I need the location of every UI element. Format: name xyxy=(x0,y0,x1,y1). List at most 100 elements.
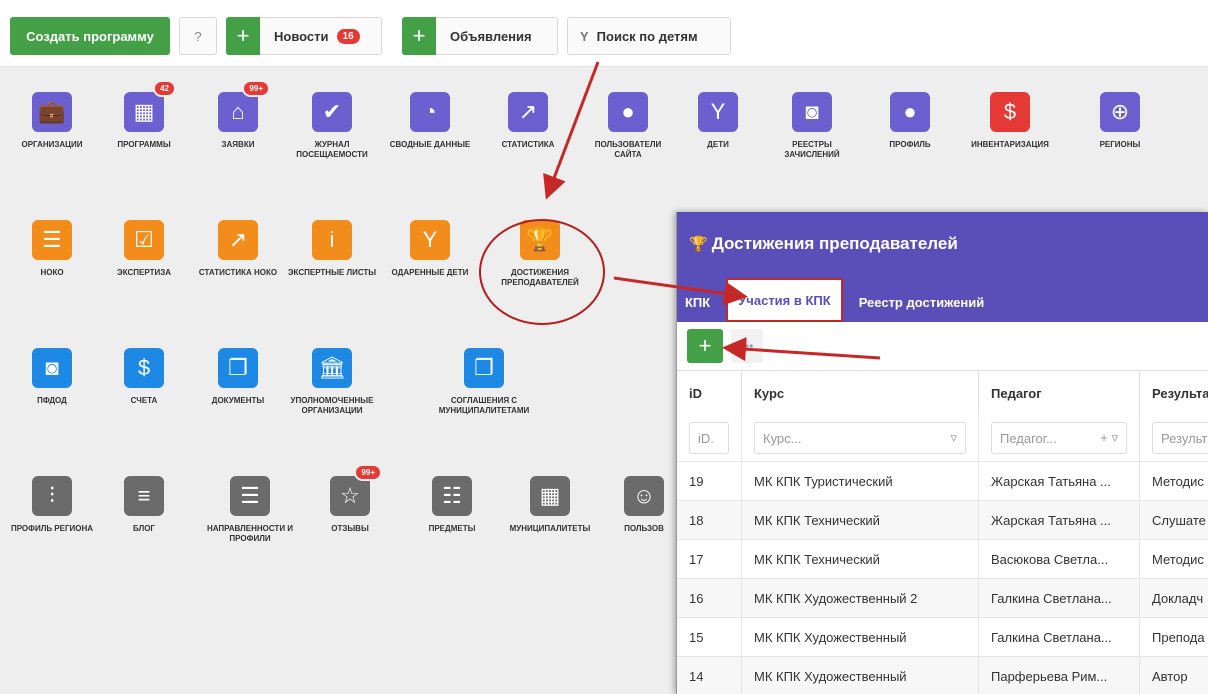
module-tile[interactable]: ⫶ ПРОФИЛЬ РЕГИОНА xyxy=(6,476,98,534)
module-tile[interactable]: ☆ 99+ ОТЗЫВЫ xyxy=(304,464,396,534)
table-row[interactable]: 14 МК КПК Художественный Парферьева Рим...… xyxy=(677,656,1208,694)
module-tile[interactable]: ⌂ 99+ ЗАЯВКИ xyxy=(192,80,284,150)
participation-table: iD Курс Педагог Результа iD. Курс... ▿ Пе… xyxy=(677,371,1208,694)
course-filter-input[interactable]: Курс... ▿ xyxy=(754,422,966,454)
module-tile[interactable]: ⊕ РЕГИОНЫ xyxy=(1074,92,1166,150)
cell-id: 16 xyxy=(677,578,742,618)
module-label: ИНВЕНТАРИЗАЦИЯ xyxy=(971,140,1049,149)
module-tile[interactable]: ☑ ЭКСПЕРТИЗА xyxy=(98,220,190,278)
table-row[interactable]: 17 МК КПК Технический Васюкова Светла... Ме… xyxy=(677,539,1208,579)
filter-row: iD. Курс... ▿ Педагог... + ▿ Результ xyxy=(677,415,1208,462)
create-program-button[interactable]: Создать программу xyxy=(10,17,170,55)
column-header-teacher[interactable]: Педагог xyxy=(978,371,1140,415)
module-tile[interactable]: 🏆 ДОСТИЖЕНИЯ ПРЕПОДАВАТЕЛЕЙ xyxy=(485,220,595,288)
ads-label: Объявления xyxy=(450,28,532,44)
module-tile[interactable]: 🏛 УПОЛНОМОЧЕННЫЕ ОРГАНИЗАЦИИ xyxy=(286,348,378,416)
cell-id: 17 xyxy=(677,539,742,579)
table-row[interactable]: 15 МК КПК Художественный Галкина Светлана.… xyxy=(677,617,1208,657)
ads-button[interactable]: + Объявления xyxy=(402,17,558,55)
more-button[interactable]: ••• xyxy=(731,329,763,363)
module-tile[interactable]: ▦ МУНИЦИПАЛИТЕТЫ xyxy=(504,476,596,534)
tab-kpk-participation[interactable]: Участия в КПК xyxy=(726,278,843,322)
help-button[interactable]: ? xyxy=(179,17,217,55)
result-filter-input[interactable]: Результ xyxy=(1152,422,1208,454)
module-tile[interactable]: 💼 ОРГАНИЗАЦИИ xyxy=(6,92,98,150)
column-header-result[interactable]: Результа xyxy=(1139,371,1208,415)
module-tile[interactable]: ❐ ДОКУМЕНТЫ xyxy=(192,348,284,406)
module-tile[interactable]: ☰ НАПРАВЛЕННОСТИ И ПРОФИЛИ xyxy=(204,476,296,544)
module-tile[interactable]: ↗ СТАТИСТИКА НОКО xyxy=(192,220,284,278)
top-toolbar: Создать программу ? + Новости 16 + Объяв… xyxy=(0,0,1208,67)
module-label: ОРГАНИЗАЦИИ xyxy=(21,140,83,149)
cell-id: 19 xyxy=(677,461,742,501)
module-label: ДОСТИЖЕНИЯ ПРЕПОДАВАТЕЛЕЙ xyxy=(501,268,579,287)
module-tile[interactable]: ☷ ПРЕДМЕТЫ xyxy=(406,476,498,534)
cell-result: Препода xyxy=(1139,617,1208,657)
globe-icon: ⊕ xyxy=(1100,92,1140,132)
module-label: УПОЛНОМОЧЕННЫЕ ОРГАНИЗАЦИИ xyxy=(290,396,374,415)
add-button[interactable]: + xyxy=(687,329,723,363)
module-label: СВОДНЫЕ ДАННЫЕ xyxy=(389,140,471,149)
count-badge: 42 xyxy=(153,80,176,97)
table-row[interactable]: 19 МК КПК Туристический Жарская Татьяна ..… xyxy=(677,461,1208,501)
file-icon: ≡ xyxy=(124,476,164,516)
news-button[interactable]: + Новости 16 xyxy=(226,17,382,55)
module-label: БЛОГ xyxy=(133,524,155,533)
module-label: ДЕТИ xyxy=(707,140,729,149)
module-label: РЕЕСТРЫ ЗАЧИСЛЕНИЙ xyxy=(784,140,840,159)
column-header-course[interactable]: Курс xyxy=(741,371,979,415)
module-label: НОКО xyxy=(40,268,64,277)
child-search-button[interactable]: Y Поиск по детям xyxy=(567,17,731,55)
module-label: ЖУРНАЛ ПОСЕЩАЕМОСТИ xyxy=(296,140,368,159)
module-tile[interactable]: ◙ РЕЕСТРЫ ЗАЧИСЛЕНИЙ xyxy=(766,92,858,160)
cell-teacher: Жарская Татьяна ... xyxy=(978,461,1140,501)
cell-id: 14 xyxy=(677,656,742,694)
module-label: ДОКУМЕНТЫ xyxy=(211,396,265,405)
help-icon: ? xyxy=(194,28,202,44)
module-tile[interactable]: ✔ ЖУРНАЛ ПОСЕЩАЕМОСТИ xyxy=(286,92,378,160)
module-tile[interactable]: Y ОДАРЕННЫЕ ДЕТИ xyxy=(384,220,476,278)
teacher-filter-input[interactable]: Педагог... + ▿ xyxy=(991,422,1127,454)
module-label: ПФДОД xyxy=(37,396,67,405)
copy-icon: ❐ xyxy=(218,348,258,388)
module-tile[interactable]: ◔ СВОДНЫЕ ДАННЫЕ xyxy=(384,92,476,150)
child-icon: Y xyxy=(698,92,738,132)
calendar-icon: ▦ 42 xyxy=(124,80,176,132)
module-tile[interactable]: $ ИНВЕНТАРИЗАЦИЯ xyxy=(964,92,1056,150)
module-tile[interactable]: ❐ СОГЛАШЕНИЯ С МУНИЦИПАЛИТЕТАМИ xyxy=(419,348,549,416)
module-label: ПОЛЬЗОВАТЕЛИ САЙТА xyxy=(594,140,662,159)
panel-title: Достижения преподавателей xyxy=(711,234,958,253)
module-tile[interactable]: ◙ ПФДОД xyxy=(6,348,98,406)
column-header-id[interactable]: iD xyxy=(677,371,742,415)
tab-kpk[interactable]: КПК xyxy=(677,282,720,322)
module-tile[interactable]: ≡ БЛОГ xyxy=(98,476,190,534)
sliders-icon: ⫶ xyxy=(32,476,72,516)
user-icon: ● xyxy=(608,92,648,132)
module-tile[interactable]: Y ДЕТИ xyxy=(672,92,764,150)
module-tile[interactable]: ● ПРОФИЛЬ xyxy=(864,92,956,150)
module-tile[interactable]: ☰ НОКО xyxy=(6,220,98,278)
module-label: ОТЗЫВЫ xyxy=(331,524,369,533)
chevron-down-icon[interactable]: ▿ xyxy=(950,430,957,446)
module-tile[interactable]: i ЭКСПЕРТНЫЕ ЛИСТЫ xyxy=(286,220,378,278)
table-row[interactable]: 16 МК КПК Художественный 2 Галкина Светлан… xyxy=(677,578,1208,618)
info-icon: i xyxy=(312,220,352,260)
id-filter-input[interactable]: iD. xyxy=(689,422,729,454)
clipboard-icon: ☑ xyxy=(124,220,164,260)
tab-achievements-registry[interactable]: Реестр достижений xyxy=(849,282,995,322)
module-label: СТАТИСТИКА НОКО xyxy=(198,268,278,277)
module-tile[interactable]: ● ПОЛЬЗОВАТЕЛИ САЙТА xyxy=(582,92,674,160)
id-filter-placeholder: iD. xyxy=(698,430,714,446)
module-label: ПРОФИЛЬ РЕГИОНА xyxy=(10,524,94,533)
list-icon: ☷ xyxy=(432,476,472,516)
plus-chevron-icon[interactable]: + ▿ xyxy=(1100,430,1118,446)
table-row[interactable]: 18 МК КПК Технический Жарская Татьяна ... С… xyxy=(677,500,1208,540)
cell-teacher: Парферьева Рим... xyxy=(978,656,1140,694)
module-tile[interactable]: ↗ СТАТИСТИКА xyxy=(482,92,574,150)
module-tile[interactable]: ▦ 42 ПРОГРАММЫ xyxy=(98,80,190,150)
cell-result: Методис xyxy=(1139,461,1208,501)
panel-header: 🏆 Достижения преподавателей xyxy=(677,212,1208,276)
copy-icon: ❐ xyxy=(464,348,504,388)
module-tile[interactable]: $ СЧЕТА xyxy=(98,348,190,406)
user-icon: ● xyxy=(890,92,930,132)
